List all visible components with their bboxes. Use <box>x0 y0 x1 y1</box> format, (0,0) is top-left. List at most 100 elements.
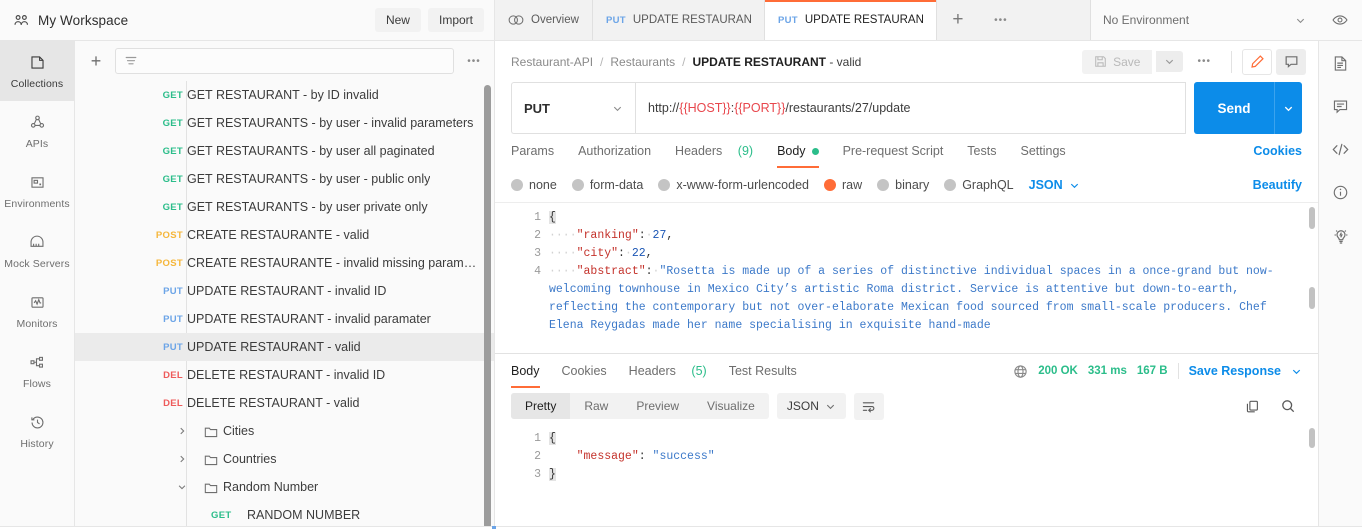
new-button[interactable]: New <box>374 8 421 32</box>
breadcrumb-item-folder[interactable]: Restaurants <box>610 55 675 69</box>
sidebar-item-apis[interactable]: APIs <box>0 101 74 161</box>
folder-item-cities[interactable]: Cities <box>75 417 494 445</box>
folder-item-random-number[interactable]: Random Number <box>75 473 494 501</box>
list-item[interactable]: GET GET RESTAURANT - by ID invalid <box>75 81 494 109</box>
body-mode-none[interactable]: none <box>511 178 557 192</box>
chevron-right-icon[interactable] <box>175 454 189 464</box>
list-item[interactable]: PUT UPDATE RESTAURANT - invalid paramate… <box>75 305 494 333</box>
tab-overview[interactable]: Overview <box>495 0 593 40</box>
tab-response-body[interactable]: Body <box>511 354 540 388</box>
sidebar-item-flows[interactable]: Flows <box>0 341 74 401</box>
request-name: CREATE RESTAURANTE - valid <box>187 228 370 242</box>
breadcrumb-item-collection[interactable]: Restaurant-API <box>511 55 593 69</box>
import-button[interactable]: Import <box>427 8 484 32</box>
view-mode-visualize[interactable]: Visualize <box>693 393 769 419</box>
tab-authorization[interactable]: Authorization <box>578 134 651 168</box>
editor-scrollbar-thumb2[interactable] <box>1309 287 1315 309</box>
request-method: GET <box>162 117 183 129</box>
tabs-more-button[interactable]: ••• <box>978 0 1023 40</box>
chevron-down-icon[interactable] <box>175 482 189 492</box>
workspace-name: My Workspace <box>38 12 129 28</box>
search-icon[interactable] <box>1274 393 1302 419</box>
tab-params[interactable]: Params <box>511 134 554 168</box>
collections-sidebar: + ••• GET GET RESTAURANT - by ID invalid <box>75 41 495 529</box>
save-button[interactable]: Save <box>1082 49 1153 74</box>
response-scrollbar[interactable] <box>1309 428 1315 448</box>
list-item[interactable]: GET GET RESTAURANTS - by user - invalid … <box>75 109 494 137</box>
list-item[interactable]: GET GET RESTAURANTS - by user private on… <box>75 193 494 221</box>
list-item-selected[interactable]: PUT UPDATE RESTAURANT - valid <box>75 333 494 361</box>
filter-input[interactable] <box>115 48 454 74</box>
body-mode-graphql[interactable]: GraphQL <box>944 178 1014 192</box>
workspace-zone: My Workspace New Import <box>0 0 495 40</box>
tab-body[interactable]: Body <box>777 134 819 168</box>
cookies-link[interactable]: Cookies <box>1253 144 1302 158</box>
line-number: 1 <box>534 211 541 224</box>
sidebar-more-button[interactable]: ••• <box>462 56 486 67</box>
url-input[interactable]: http://{{HOST}}:{{PORT}}/restaurants/27/… <box>635 82 1186 134</box>
folder-item-countries[interactable]: Countries <box>75 445 494 473</box>
response-format-selector[interactable]: JSON <box>776 393 846 419</box>
sidebar-item-history[interactable]: History <box>0 401 74 461</box>
list-item[interactable]: DEL DELETE RESTAURANT - invalid ID <box>75 361 494 389</box>
new-tab-button[interactable]: + <box>936 0 979 40</box>
editor-scrollbar[interactable] <box>1309 207 1315 229</box>
tab-response-headers[interactable]: Headers (5) <box>629 354 707 388</box>
code-icon[interactable] <box>1331 141 1350 158</box>
body-mode-raw[interactable]: raw <box>824 178 862 192</box>
copy-icon[interactable] <box>1238 393 1266 419</box>
comment-icon[interactable] <box>1332 98 1349 115</box>
add-collection-button[interactable]: + <box>85 50 107 72</box>
environment-quick-look-button[interactable] <box>1318 0 1362 40</box>
rail-label: Flows <box>23 377 51 390</box>
sidebar-item-mock-servers[interactable]: Mock Servers <box>0 221 74 281</box>
view-mode-pretty[interactable]: Pretty <box>511 393 571 419</box>
tab-pre-request-script[interactable]: Pre-request Script <box>843 134 944 168</box>
response-body-editor[interactable]: 1 2 3 { "message": "success"} <box>495 424 1318 529</box>
environment-selector[interactable]: No Environment <box>1090 0 1318 40</box>
comment-icon[interactable] <box>1276 48 1306 75</box>
body-mode-form-data[interactable]: form-data <box>571 178 643 192</box>
beautify-button[interactable]: Beautify <box>1253 178 1302 192</box>
tab-update-restaurant-valid[interactable]: PUT UPDATE RESTAURANT - v <box>764 0 937 40</box>
response-code: { "message": "success"} <box>549 432 715 481</box>
tab-headers[interactable]: Headers (9) <box>675 134 753 168</box>
list-item[interactable]: PUT UPDATE RESTAURANT - invalid ID <box>75 277 494 305</box>
list-item[interactable]: GET GET RESTAURANTS - by user - public o… <box>75 165 494 193</box>
sidebar-item-environments[interactable]: Environments <box>0 161 74 221</box>
send-button[interactable]: Send <box>1194 82 1274 134</box>
method-selector[interactable]: PUT <box>511 82 635 134</box>
view-mode-preview[interactable]: Preview <box>622 393 693 419</box>
body-mode-binary[interactable]: binary <box>877 178 929 192</box>
info-icon[interactable] <box>1332 184 1349 201</box>
documentation-icon[interactable] <box>1332 55 1349 72</box>
send-options-button[interactable] <box>1274 82 1302 134</box>
sidebar-item-monitors[interactable]: Monitors <box>0 281 74 341</box>
request-body-editor[interactable]: 1 2 3 4 {····"ranking":·27, ····"city":·22, ·… <box>495 202 1318 353</box>
sidebar-item-collections[interactable]: Collections <box>0 41 74 101</box>
body-mode-urlencoded[interactable]: x-www-form-urlencoded <box>658 178 809 192</box>
tab-settings[interactable]: Settings <box>1020 134 1065 168</box>
lightbulb-icon[interactable] <box>1332 227 1350 245</box>
list-item[interactable]: GET GET RESTAURANTS - by user all pagina… <box>75 137 494 165</box>
tab-test-results[interactable]: Test Results <box>729 354 797 388</box>
tab-response-cookies[interactable]: Cookies <box>562 354 607 388</box>
save-response-button[interactable]: Save Response <box>1189 364 1281 378</box>
pencil-icon[interactable] <box>1242 48 1272 75</box>
request-more-button[interactable]: ••• <box>1187 56 1221 67</box>
list-item[interactable]: GET RANDOM NUMBER <box>75 501 494 529</box>
sidebar-scrollbar[interactable] <box>484 85 491 529</box>
save-options-button[interactable] <box>1156 51 1184 72</box>
tab-update-restaurant-invalid[interactable]: PUT UPDATE RESTAURANT - i <box>592 0 765 40</box>
wrap-lines-icon[interactable] <box>853 392 884 420</box>
tab-tests[interactable]: Tests <box>967 134 996 168</box>
body-format-selector[interactable]: JSON <box>1029 178 1080 192</box>
list-item[interactable]: POST CREATE RESTAURANTE - invalid missin… <box>75 249 494 277</box>
view-mode-raw[interactable]: Raw <box>570 393 622 419</box>
list-item[interactable]: POST CREATE RESTAURANTE - valid <box>75 221 494 249</box>
request-method: PUT <box>163 341 183 353</box>
chevron-down-icon[interactable] <box>1291 366 1302 377</box>
list-item[interactable]: DEL DELETE RESTAURANT - valid <box>75 389 494 417</box>
chevron-right-icon[interactable] <box>175 426 189 436</box>
editor-code[interactable]: {····"ranking":·27, ····"city":·22, ····"a… <box>541 203 1318 353</box>
